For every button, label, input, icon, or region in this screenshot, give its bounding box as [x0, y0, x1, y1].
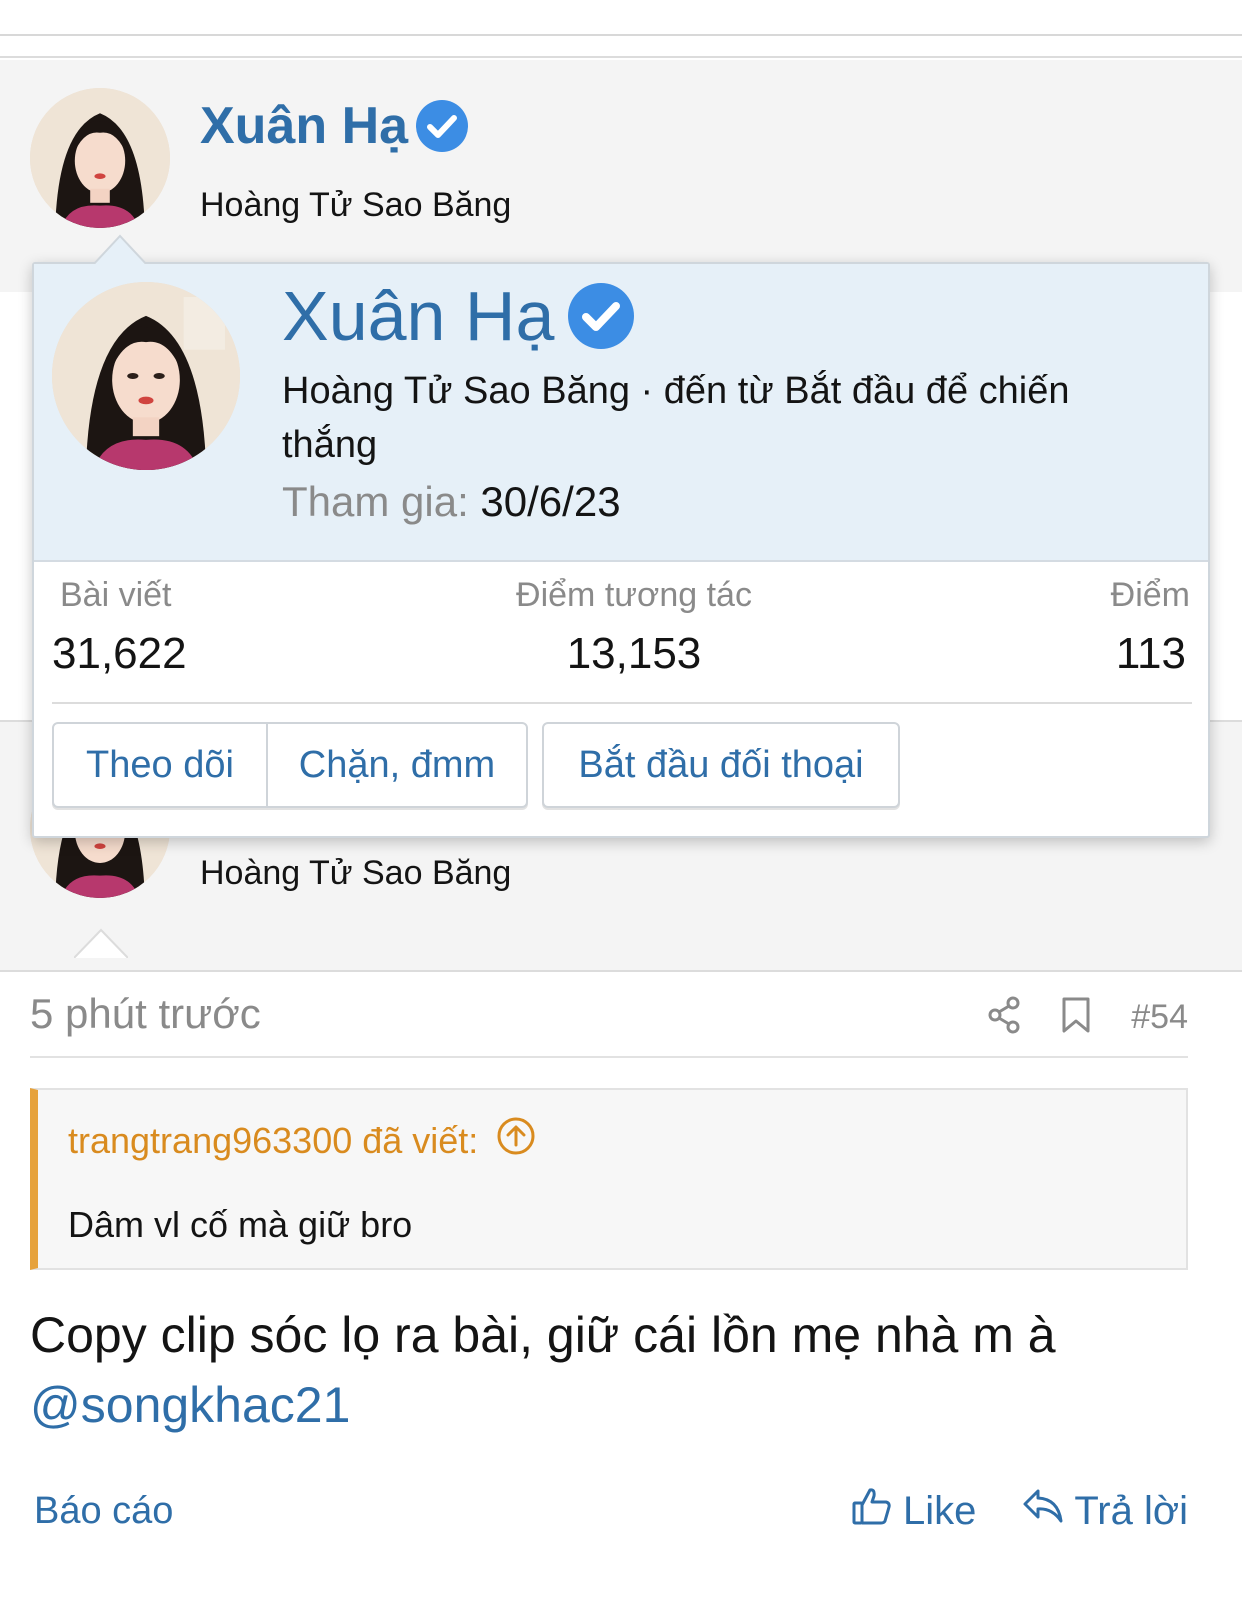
quote-text: Dâm vl cố mà giữ bro [68, 1204, 413, 1245]
popup-pointer [92, 234, 148, 266]
report-link[interactable]: Báo cáo [34, 1490, 173, 1533]
avatar-large[interactable] [52, 282, 240, 470]
join-date-value: 30/6/23 [480, 478, 621, 525]
quote-author-text[interactable]: trangtrang963300 đã viết: [68, 1120, 478, 1162]
stat-posts[interactable]: Bài viết 31,622 [52, 576, 187, 679]
user-name[interactable]: Xuân Hạ [200, 96, 469, 156]
post-actions: Like Trả lời [851, 1486, 1188, 1536]
reply-label: Trả lời [1074, 1488, 1188, 1533]
divider [52, 702, 1192, 704]
start-conversation-button[interactable]: Bắt đầu đối thoại [544, 724, 898, 806]
stat-label: Điểm [1110, 576, 1190, 614]
post-body-text: Copy clip sóc lọ ra bài, giữ cái lồn mẹ … [30, 1307, 1056, 1363]
member-tooltip-card: Xuân Hạ Hoàng Tử Sao Băng · đến từ Bắt đ… [32, 234, 1210, 838]
quote-jump-icon[interactable] [496, 1116, 536, 1165]
user-title: Hoàng Tử Sao Băng [200, 186, 512, 224]
top-strip [0, 0, 1242, 36]
like-icon [851, 1486, 893, 1536]
stat-label: Bài viết [60, 576, 172, 614]
reply-icon [1022, 1487, 1064, 1535]
quote-header: trangtrang963300 đã viết: [38, 1090, 1186, 1178]
popup-user-name-text[interactable]: Xuân Hạ [282, 276, 554, 356]
stat-value: 13,153 [566, 629, 702, 678]
pointer-arrow [74, 928, 128, 958]
share-icon[interactable] [987, 996, 1021, 1039]
reply-button[interactable]: Trả lời [1022, 1487, 1188, 1535]
post-footer: Báo cáo Like Trả lời [30, 1484, 1188, 1544]
popup-header: Xuân Hạ Hoàng Tử Sao Băng · đến từ Bắt đ… [34, 264, 1208, 562]
user-name-text[interactable]: Xuân Hạ [200, 96, 408, 156]
popup-user-subtitle: Hoàng Tử Sao Băng · đến từ Bắt đầu để ch… [282, 370, 1070, 466]
stat-value: 113 [1115, 629, 1186, 678]
conversation-group: Bắt đầu đối thoại [542, 722, 900, 808]
avatar[interactable] [30, 88, 170, 228]
follow-button[interactable]: Theo dõi [54, 724, 266, 806]
like-button[interactable]: Like [851, 1486, 976, 1536]
post-meta-actions: #54 [987, 996, 1188, 1039]
verified-icon [568, 283, 635, 349]
join-date: Tham gia: 30/6/23 [282, 478, 621, 526]
user-mention-link[interactable]: @songkhac21 [30, 1377, 350, 1433]
quote-author[interactable]: trangtrang963300 đã viết: [68, 1116, 536, 1165]
verified-icon [416, 100, 469, 152]
post-body: Copy clip sóc lọ ra bài, giữ cái lồn mẹ … [30, 1300, 1210, 1440]
post-time[interactable]: 5 phút trước [30, 990, 261, 1038]
quote-block: trangtrang963300 đã viết: Dâm vl cố mà g… [30, 1088, 1188, 1270]
stat-points[interactable]: Điểm 113 [1111, 576, 1190, 679]
bookmark-icon[interactable] [1061, 996, 1091, 1039]
post-user-bar: Xuân Hạ Hoàng Tử Sao Băng [0, 60, 1242, 292]
block-button[interactable]: Chặn, đmm [266, 724, 526, 806]
user-title: Hoàng Tử Sao Băng [200, 854, 512, 892]
post-number[interactable]: #54 [1131, 998, 1188, 1037]
like-label: Like [902, 1488, 977, 1533]
divider [0, 38, 1242, 58]
stat-value: 31,622 [52, 629, 187, 678]
post-meta: 5 phút trước #54 [30, 990, 1188, 1058]
stat-reactions[interactable]: Điểm tương tác 13,153 [454, 576, 814, 679]
join-label: Tham gia: [282, 478, 481, 525]
popup-user-name[interactable]: Xuân Hạ [282, 276, 635, 356]
stat-label: Điểm tương tác [516, 576, 752, 614]
follow-block-group: Theo dõi Chặn, đmm [52, 722, 528, 808]
